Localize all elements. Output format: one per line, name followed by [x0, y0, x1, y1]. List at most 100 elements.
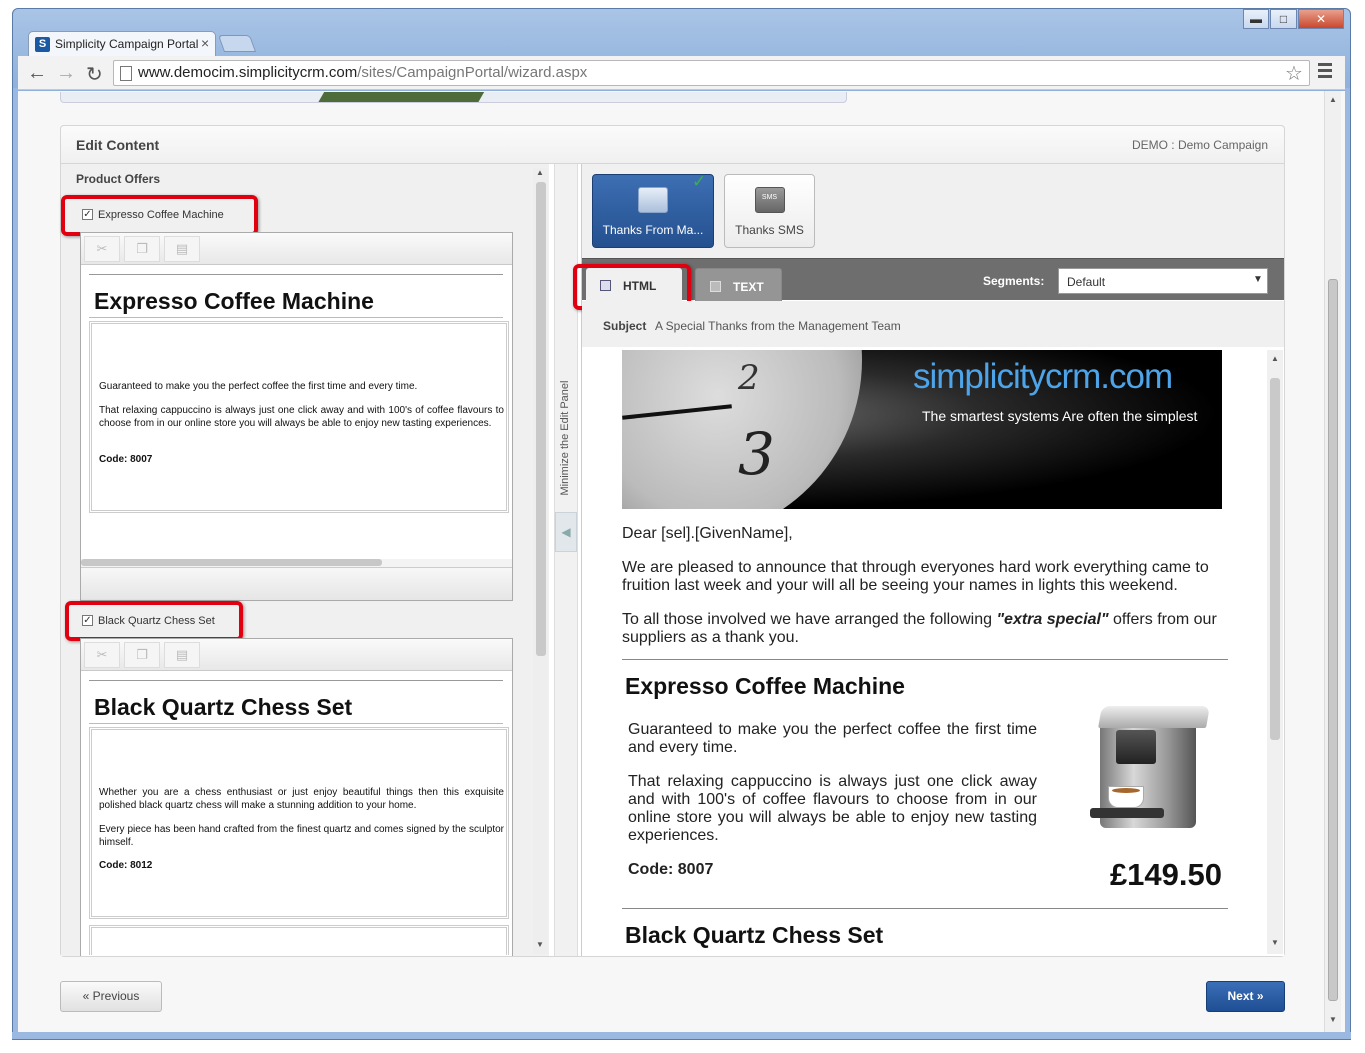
bookmark-star-icon[interactable]: ☆: [1285, 61, 1303, 86]
email-product-code: Code: 8007: [628, 861, 714, 878]
url-path: /sites/CampaignPortal/wizard.aspx: [357, 64, 588, 81]
close-window-button[interactable]: ✕: [1298, 9, 1344, 29]
coffee-machine-image: [1086, 702, 1214, 834]
page-scrollbar[interactable]: ▲ ▼: [1324, 91, 1341, 1032]
editor-horizontal-scrollbar[interactable]: [81, 559, 512, 567]
editor-scroll-thumb[interactable]: [81, 559, 382, 566]
reload-icon[interactable]: ↻: [86, 62, 103, 87]
paste-icon[interactable]: ▤: [164, 236, 200, 262]
dropdown-arrow-icon: ▼: [1253, 274, 1263, 285]
tab-title: Simplicity Campaign Portal: [55, 37, 199, 51]
product-editor[interactable]: ✂ ❐ ▤ Black Quartz Chess Set Whether you…: [80, 638, 513, 956]
segments-select[interactable]: Default ▼: [1058, 268, 1268, 294]
window-border-right: [1345, 88, 1351, 1038]
email-product-description: Guaranteed to make you the perfect coffe…: [628, 721, 1037, 756]
address-bar[interactable]: www.democim.simplicitycrm.com/sites/Camp…: [113, 60, 1310, 86]
highlight-box: [61, 195, 258, 236]
editor-divider: [89, 723, 503, 724]
maximize-window-button[interactable]: □: [1270, 9, 1297, 29]
product-body-box: [89, 925, 509, 955]
product-heading: Expresso Coffee Machine: [94, 288, 374, 314]
scroll-up-icon[interactable]: ▲: [1329, 95, 1337, 104]
preview-scrollbar[interactable]: ▲ ▼: [1267, 350, 1283, 954]
email-divider: [622, 908, 1228, 909]
brand-logo: simplicitycrm.com: [913, 357, 1173, 396]
check-icon: ✓: [692, 172, 707, 191]
scroll-down-icon[interactable]: ▼: [1271, 938, 1279, 947]
panel-title: Edit Content: [76, 137, 160, 153]
email-text: To all those involved we have arranged t…: [622, 611, 997, 628]
tab-text[interactable]: TEXT: [695, 268, 782, 301]
editor-divider: [89, 317, 503, 318]
email-paragraph: We are pleased to announce that through …: [622, 559, 1209, 594]
url-host: www.democim.simplicitycrm.com: [138, 64, 358, 81]
subject-label: Subject: [603, 319, 647, 333]
email-product-heading: Expresso Coffee Machine: [625, 673, 905, 699]
page-icon: [120, 66, 132, 81]
tab-label: Thanks From Ma...: [602, 223, 704, 237]
product-heading: Black Quartz Chess Set: [94, 694, 353, 720]
simplicity-favicon-icon: S: [35, 37, 50, 52]
next-button[interactable]: Next »: [1206, 981, 1285, 1012]
forward-arrow-icon[interactable]: →: [56, 62, 76, 85]
copy-icon[interactable]: ❐: [124, 642, 160, 668]
clock-numeral: 3: [738, 420, 775, 488]
browser-tab[interactable]: S Simplicity Campaign Portal ×: [28, 31, 216, 56]
email-paragraph: To all those involved we have arranged t…: [622, 611, 1227, 647]
email-product-description: That relaxing cappuccino is always just …: [628, 773, 1037, 844]
product-editor[interactable]: ✂ ❐ ▤ Expresso Coffee Machine Guaranteed…: [80, 232, 513, 601]
segments-value: Default: [1067, 275, 1106, 289]
edit-pane-scroll-thumb[interactable]: [536, 182, 546, 656]
product-description: Whether you are a chess enthusiast or ju…: [99, 787, 504, 811]
copy-icon[interactable]: ❐: [124, 236, 160, 262]
back-arrow-icon[interactable]: ←: [27, 62, 47, 85]
tab-close-icon[interactable]: ×: [201, 35, 209, 51]
clock-numeral: 2: [738, 358, 760, 398]
product-description: Every piece has been hand crafted from t…: [99, 824, 504, 848]
browser-window: ▬ □ ✕ S Simplicity Campaign Portal × ← →…: [0, 0, 1365, 1053]
scroll-up-icon[interactable]: ▲: [1271, 354, 1279, 363]
paste-icon[interactable]: ▤: [164, 642, 200, 668]
brand-tagline: The smartest systems Are often the simpl…: [922, 408, 1198, 424]
preview-scroll-thumb[interactable]: [1270, 378, 1280, 740]
editor-toolbar: ✂ ❐ ▤: [81, 233, 512, 265]
tab-thanks-sms[interactable]: SMS Thanks SMS: [724, 174, 815, 248]
editor-footer: [81, 567, 512, 600]
text-icon: [710, 281, 721, 292]
email-product-price: £149.50: [1109, 857, 1222, 892]
editor-toolbar: ✂ ❐ ▤: [81, 639, 512, 671]
product-description: Guaranteed to make you the perfect coffe…: [99, 381, 418, 392]
wizard-progress-strip: [60, 92, 847, 103]
scroll-up-icon[interactable]: ▲: [536, 168, 544, 177]
scroll-down-icon[interactable]: ▼: [536, 940, 544, 949]
sms-icon: SMS: [754, 187, 785, 213]
cut-icon[interactable]: ✂: [84, 236, 120, 262]
new-tab-button[interactable]: [217, 35, 257, 52]
highlight-box: [65, 601, 243, 641]
email-emphasis: "extra special": [996, 611, 1109, 628]
tab-label: TEXT: [733, 280, 764, 294]
email-divider: [622, 659, 1228, 660]
campaign-name: DEMO : Demo Campaign: [1131, 138, 1268, 152]
browser-menu-icon[interactable]: [1318, 63, 1332, 81]
minimize-window-button[interactable]: ▬: [1243, 9, 1269, 29]
window-border-bottom: [12, 1032, 1351, 1040]
cut-icon[interactable]: ✂: [84, 642, 120, 668]
email-product-heading: Black Quartz Chess Set: [625, 922, 884, 948]
product-description: That relaxing cappuccino is always just …: [99, 405, 504, 429]
page-scroll-thumb[interactable]: [1328, 279, 1338, 1001]
subject-value: A Special Thanks from the Management Tea…: [655, 319, 901, 333]
envelope-icon: [638, 187, 668, 213]
editor-divider: [89, 274, 503, 275]
segments-label: Segments:: [983, 274, 1045, 288]
editor-divider: [89, 680, 503, 681]
product-code: Code: 8012: [99, 860, 153, 871]
edit-pane-scrollbar[interactable]: ▲ ▼: [533, 168, 548, 954]
collapse-panel-icon[interactable]: ◀: [555, 512, 577, 552]
previous-button[interactable]: « Previous: [60, 981, 162, 1012]
scroll-down-icon[interactable]: ▼: [1329, 1015, 1337, 1024]
section-title: Product Offers: [76, 172, 161, 186]
tab-label: Thanks SMS: [735, 223, 804, 237]
email-greeting: Dear [sel].[GivenName],: [622, 525, 793, 542]
product-code: Code: 8007: [99, 454, 153, 465]
